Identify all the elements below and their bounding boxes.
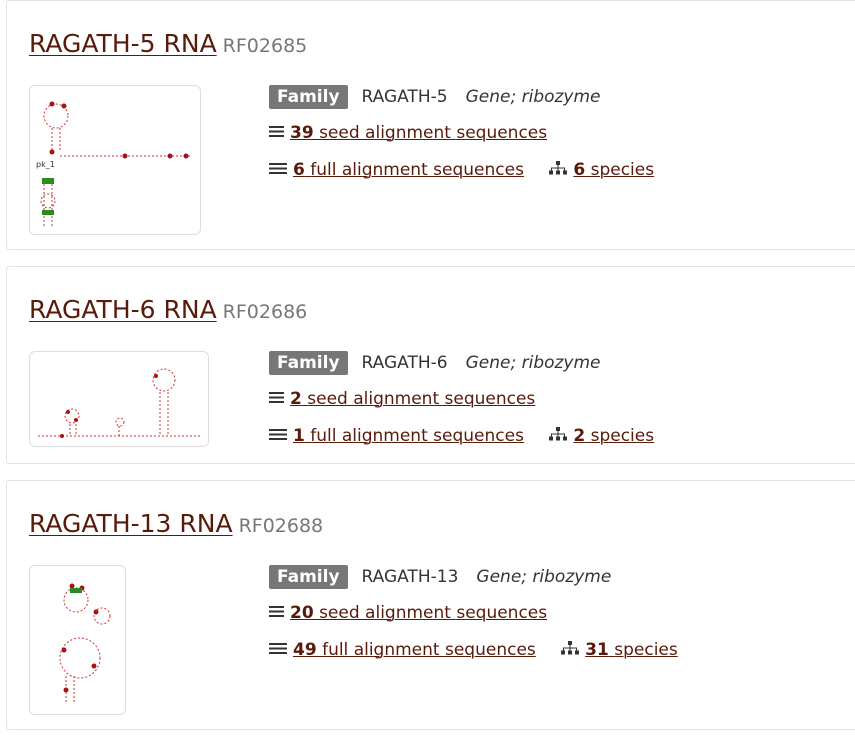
- sitemap-icon: [561, 639, 580, 661]
- accession-id: RF02686: [222, 301, 308, 323]
- family-badge: Family: [269, 85, 348, 109]
- seed-label: seed alignment sequences: [319, 603, 548, 623]
- full-label: full alignment sequences: [310, 426, 524, 446]
- species-count: 31: [585, 640, 609, 660]
- species-count: 2: [573, 426, 586, 446]
- family-info-row: Family RAGATH-5 Gene; ribozyme: [269, 85, 601, 109]
- full-row: 6 full alignment sequences 6 species: [269, 159, 654, 181]
- full-label: full alignment sequences: [310, 160, 524, 180]
- secondary-structure-diagram: [38, 368, 200, 438]
- seed-alignment-link[interactable]: 20 seed alignment sequences: [290, 603, 547, 623]
- secondary-structure-diagram: [59, 583, 111, 704]
- family-type: Gene; ribozyme: [465, 353, 601, 373]
- result-title-row: RAGATH-5 RNA RF02685: [29, 29, 307, 58]
- seed-label: seed alignment sequences: [319, 123, 548, 143]
- full-alignment-link[interactable]: 1 full alignment sequences: [293, 426, 524, 446]
- result-card: RAGATH-6 RNA RF02686 Family RAGATH-6 Gene; …: [6, 266, 855, 464]
- seed-count: 20: [290, 603, 314, 623]
- list-icon: [269, 122, 284, 144]
- species-link[interactable]: 31 species: [585, 640, 678, 660]
- full-count: 6: [293, 160, 305, 180]
- full-alignment-link[interactable]: 49 full alignment sequences: [293, 640, 536, 660]
- seed-alignment-link[interactable]: 2 seed alignment sequences: [290, 389, 535, 409]
- list-icon: [269, 159, 287, 181]
- full-row: 1 full alignment sequences 2 species: [269, 425, 654, 447]
- structure-thumbnail[interactable]: pk_1: [29, 85, 201, 235]
- seed-alignment-link[interactable]: 39 seed alignment sequences: [290, 123, 547, 143]
- family-name: RAGATH-6: [361, 353, 448, 373]
- family-type: Gene; ribozyme: [476, 567, 612, 587]
- family-badge: Family: [269, 565, 348, 589]
- list-icon: [269, 602, 284, 624]
- seed-row: 2 seed alignment sequences: [269, 388, 535, 410]
- seed-count: 2: [290, 389, 302, 409]
- full-count: 1: [293, 426, 305, 446]
- seed-count: 39: [290, 123, 314, 143]
- family-info-row: Family RAGATH-6 Gene; ribozyme: [269, 351, 601, 375]
- species-label: species: [590, 160, 655, 180]
- structure-thumbnail[interactable]: [29, 565, 126, 715]
- result-title-row: RAGATH-13 RNA RF02688: [29, 509, 323, 538]
- species-label: species: [590, 426, 655, 446]
- seed-label: seed alignment sequences: [307, 389, 536, 409]
- result-title-row: RAGATH-6 RNA RF02686: [29, 295, 307, 324]
- family-info-row: Family RAGATH-13 Gene; ribozyme: [269, 565, 611, 589]
- accession-id: RF02688: [238, 515, 324, 537]
- full-label: full alignment sequences: [322, 640, 536, 660]
- secondary-structure-diagram: pk_1: [36, 101, 190, 226]
- species-label: species: [614, 640, 678, 660]
- species-link[interactable]: 6 species: [573, 160, 654, 180]
- list-icon: [269, 388, 284, 410]
- species-count: 6: [573, 160, 586, 180]
- result-card: RAGATH-5 RNA RF02685 pk_1 Family RAGATH-5 G…: [6, 0, 855, 250]
- list-icon: [269, 425, 287, 447]
- result-title-link[interactable]: RAGATH-5 RNA: [29, 29, 217, 58]
- sitemap-icon: [549, 425, 568, 447]
- seed-row: 20 seed alignment sequences: [269, 602, 547, 624]
- accession-id: RF02685: [222, 35, 308, 57]
- pseudoknot-label: pk_1: [36, 160, 55, 169]
- seed-row: 39 seed alignment sequences: [269, 122, 547, 144]
- full-row: 49 full alignment sequences 31 species: [269, 639, 678, 661]
- family-name: RAGATH-13: [361, 567, 459, 587]
- full-alignment-link[interactable]: 6 full alignment sequences: [293, 160, 524, 180]
- full-count: 49: [293, 640, 317, 660]
- list-icon: [269, 639, 287, 661]
- result-card: RAGATH-13 RNA RF02688 Family RAGATH-13 Gene…: [6, 480, 855, 730]
- family-badge: Family: [269, 351, 348, 375]
- result-title-link[interactable]: RAGATH-6 RNA: [29, 295, 217, 324]
- family-name: RAGATH-5: [361, 87, 448, 107]
- family-type: Gene; ribozyme: [465, 87, 601, 107]
- sitemap-icon: [549, 159, 568, 181]
- species-link[interactable]: 2 species: [573, 426, 654, 446]
- structure-thumbnail[interactable]: [29, 351, 209, 447]
- result-title-link[interactable]: RAGATH-13 RNA: [29, 509, 233, 538]
